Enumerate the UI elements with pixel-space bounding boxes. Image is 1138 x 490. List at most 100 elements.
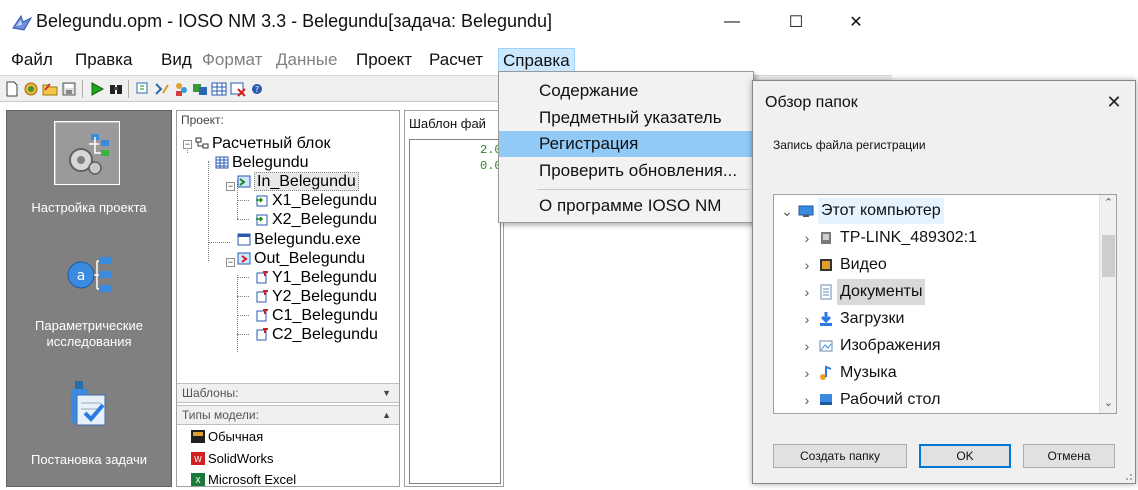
dialog-close-button[interactable]: ✕ — [1099, 87, 1129, 117]
tree-node-block[interactable]: Belegundu — [215, 154, 309, 172]
variables-icon[interactable] — [135, 81, 151, 97]
menu-item-index[interactable]: Предметный указатель — [499, 105, 753, 131]
menu-bar: Файл Правка Вид Формат Данные Проект Рас… — [0, 47, 892, 73]
templates-section[interactable]: Шаблоны: ▼ — [177, 383, 399, 403]
users-icon[interactable] — [173, 81, 189, 97]
folder-item-computer[interactable]: ⌄ Этот компьютер — [774, 198, 1094, 224]
problem-statement-button[interactable] — [67, 379, 111, 431]
help-icon[interactable]: ? — [249, 81, 265, 97]
video-folder-icon — [820, 259, 832, 271]
run-icon[interactable] — [89, 81, 105, 97]
browse-folder-dialog: Обзор папок ✕ Запись файла регистрации ⌄… — [752, 80, 1136, 484]
folder-label: Этот компьютер — [818, 198, 944, 224]
save-icon[interactable] — [61, 81, 77, 97]
table-icon[interactable] — [211, 81, 227, 97]
menu-item-contents[interactable]: Содержание — [499, 78, 753, 104]
menu-item-check-updates[interactable]: Проверить обновления... — [499, 158, 753, 184]
tree-node-output[interactable]: Y2_Belegundu — [255, 288, 377, 306]
chevron-right-icon[interactable]: › — [800, 360, 814, 386]
tree-node-input-group[interactable]: In_Belegundu — [237, 172, 359, 191]
delete-icon[interactable] — [230, 81, 246, 97]
add-var-icon[interactable] — [154, 81, 170, 97]
menu-help[interactable]: Справка — [498, 48, 575, 73]
parametric-studies-label: Параметрические исследования — [35, 318, 143, 349]
scroll-thumb[interactable] — [1102, 235, 1115, 277]
menu-format[interactable]: Формат — [198, 48, 266, 73]
open-icon[interactable] — [23, 81, 39, 97]
output-variable-icon — [256, 328, 268, 341]
folder-item-documents[interactable]: › Документы — [774, 279, 1094, 305]
chevron-right-icon[interactable]: › — [800, 387, 814, 413]
tree-node-input[interactable]: X2_Belegundu — [255, 211, 377, 229]
tree-node-output-group[interactable]: Out_Belegundu — [237, 250, 365, 268]
chevron-right-icon[interactable]: › — [800, 225, 814, 251]
folder-item-pictures[interactable]: › Изображения — [774, 333, 1094, 359]
folder-item-downloads[interactable]: › Загрузки — [774, 306, 1094, 332]
tree-node-output[interactable]: C1_Belegundu — [255, 307, 378, 325]
folder-label: Рабочий стол — [840, 391, 941, 408]
folder-label: Загрузки — [840, 310, 905, 327]
expand-toggle-inputs[interactable]: − — [226, 182, 235, 191]
new-file-icon[interactable] — [4, 81, 20, 97]
title-bar: Belegundu.opm - IOSO NM 3.3 - Belegundu[… — [0, 0, 892, 44]
documents-folder-icon — [820, 284, 832, 300]
expand-toggle-outputs[interactable]: − — [226, 258, 235, 267]
parametric-studies-button[interactable]: a — [63, 251, 115, 299]
tree-node-input[interactable]: X1_Belegundu — [255, 192, 377, 210]
scroll-up-icon[interactable]: ⌃ — [1100, 195, 1117, 212]
folder-item-video[interactable]: › Видео — [774, 252, 1094, 278]
model-types-section[interactable]: Типы модели: ▲ — [177, 405, 399, 425]
menu-calculation[interactable]: Расчет — [425, 48, 487, 73]
menu-project[interactable]: Проект — [352, 48, 416, 73]
new-folder-button[interactable]: Создать папку — [773, 444, 907, 468]
folder-item-music[interactable]: › Музыка — [774, 360, 1094, 386]
open-folder-icon[interactable] — [42, 81, 58, 97]
maximize-button[interactable]: ☐ — [766, 0, 826, 44]
tree-node-root[interactable]: Расчетный блок — [195, 135, 330, 153]
model-type-item[interactable]: Обычная — [191, 427, 263, 447]
tree-node-label: C1_Belegundu — [272, 307, 378, 324]
folder-item-desktop[interactable]: › Рабочий стол — [774, 387, 1094, 413]
menu-edit[interactable]: Правка — [71, 48, 136, 73]
cancel-button[interactable]: Отмена — [1023, 444, 1115, 468]
svg-text:W: W — [194, 455, 202, 464]
folder-tree[interactable]: ⌄ Этот компьютер › TP-LINK_489302:1 › Ви… — [773, 194, 1117, 414]
solidworks-icon: W — [191, 452, 205, 465]
expand-toggle-root[interactable]: − — [183, 140, 192, 149]
collapse-down-icon[interactable]: ▼ — [382, 384, 391, 403]
generic-model-icon — [191, 430, 205, 443]
chevron-down-icon[interactable]: ⌄ — [780, 198, 794, 224]
model-icon[interactable] — [192, 81, 208, 97]
model-type-item[interactable]: W SolidWorks — [191, 449, 274, 469]
find-icon[interactable] — [108, 81, 124, 97]
minimize-button[interactable]: — — [702, 0, 762, 44]
folder-tree-scrollbar[interactable]: ⌃ ⌄ — [1099, 195, 1116, 413]
output-group-icon — [237, 252, 251, 265]
collapse-up-icon[interactable]: ▲ — [382, 406, 391, 425]
tree-node-output[interactable]: Y1_Belegundu — [255, 269, 377, 287]
model-type-item[interactable]: X Microsoft Excel — [191, 470, 296, 490]
tree-node-executable[interactable]: Belegundu.exe — [237, 231, 361, 249]
folder-label: Музыка — [840, 364, 897, 381]
chevron-right-icon[interactable]: › — [800, 252, 814, 278]
menu-file[interactable]: Файл — [7, 48, 57, 73]
scroll-down-icon[interactable]: ⌄ — [1100, 395, 1117, 412]
menu-separator — [537, 189, 749, 190]
tree-node-label: Out_Belegundu — [254, 250, 366, 267]
ok-button[interactable]: OK — [919, 444, 1011, 468]
menu-item-about[interactable]: О программе IOSO NM — [499, 193, 753, 219]
chevron-right-icon[interactable]: › — [800, 306, 814, 332]
menu-item-registration[interactable]: Регистрация — [499, 131, 753, 157]
project-settings-button[interactable] — [54, 121, 120, 185]
menu-data[interactable]: Данные — [272, 48, 341, 73]
output-variable-icon — [256, 271, 268, 284]
close-button[interactable]: ✕ — [826, 0, 886, 44]
template-content[interactable]: 2.0 0.0 — [409, 139, 502, 484]
navigation-panel: Настройка проекта a Параметрические иссл… — [6, 110, 172, 487]
folder-item-device[interactable]: › TP-LINK_489302:1 — [774, 225, 1094, 251]
menu-view[interactable]: Вид — [157, 48, 196, 73]
chevron-right-icon[interactable]: › — [800, 279, 814, 305]
chevron-right-icon[interactable]: › — [800, 333, 814, 359]
resize-grip-icon[interactable] — [1123, 471, 1133, 481]
tree-node-output[interactable]: C2_Belegundu — [255, 326, 378, 344]
